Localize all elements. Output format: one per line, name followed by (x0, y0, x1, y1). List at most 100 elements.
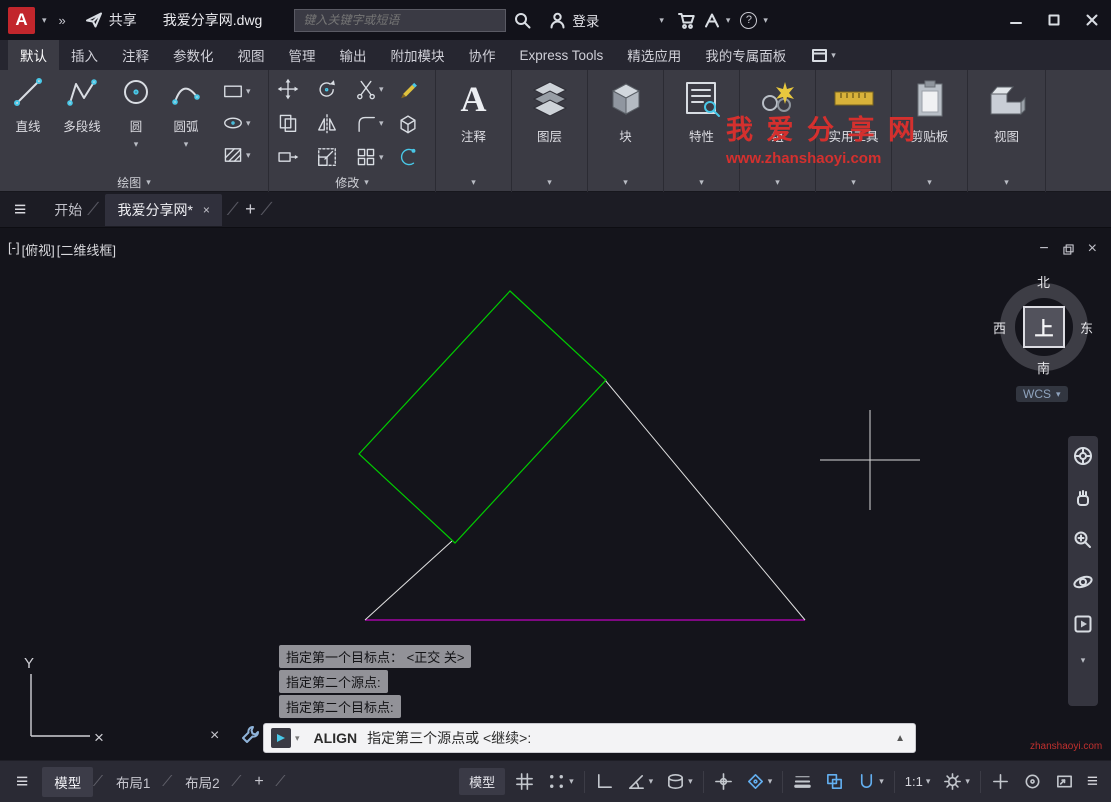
search-icon[interactable] (514, 12, 531, 29)
object-snap-2d-toggle[interactable]: ▾ (743, 770, 776, 793)
panel-view[interactable]: 视图 ▾ (968, 70, 1046, 192)
apps-chevron-icon[interactable]: ▾ (726, 15, 731, 25)
line-button[interactable]: 直线 (6, 76, 50, 135)
command-badge-chevron-icon[interactable]: ▾ (295, 733, 300, 743)
viewcube-east-label[interactable]: 东 (1080, 318, 1093, 337)
clean-screen-toggle[interactable] (1052, 770, 1077, 793)
polyline-button[interactable]: 多段线 (52, 76, 112, 135)
explode-tool[interactable] (397, 112, 419, 134)
drawing-tab-close-icon[interactable]: × (203, 203, 210, 217)
utilities-panel-chevron-icon[interactable]: ▾ (851, 177, 856, 187)
object-snap-toggle[interactable]: ▾ (854, 770, 887, 793)
workspace-chevron-icon[interactable]: ▾ (965, 777, 970, 786)
view-panel-chevron-icon[interactable]: ▾ (1004, 177, 1009, 187)
hatch-tool[interactable]: ▾ (222, 144, 251, 166)
panel-utilities[interactable]: 实用工具 ▾ (816, 70, 892, 192)
new-layout-button[interactable]: + (242, 768, 275, 796)
rotate-tool[interactable] (316, 78, 338, 100)
annotate-panel-chevron-icon[interactable]: ▾ (471, 177, 476, 187)
navbar-chevron-icon[interactable]: ▾ (1081, 656, 1086, 665)
polar-chevron-icon[interactable]: ▾ (649, 777, 654, 786)
maximize-button[interactable] (1035, 0, 1073, 40)
polar-tracking-toggle[interactable]: ▾ (624, 770, 657, 793)
erase-tool[interactable] (397, 78, 419, 100)
minimize-button[interactable] (997, 0, 1035, 40)
annotation-monitor-toggle[interactable] (988, 770, 1013, 793)
green-rectangle[interactable] (358, 290, 607, 544)
start-tab[interactable]: 开始 (54, 200, 82, 220)
ribbon-tab-featured-apps[interactable]: 精选应用 (615, 40, 693, 70)
trim-tool[interactable]: ▾ (355, 78, 384, 100)
array-tool[interactable]: ▾ (355, 146, 384, 168)
draw-panel-footer[interactable]: 绘图 ▾ (0, 174, 268, 190)
grid-toggle[interactable] (512, 770, 537, 793)
ribbon-tab-insert[interactable]: 插入 (59, 40, 110, 70)
model-tab[interactable]: 模型 (42, 766, 94, 797)
panel-block[interactable]: 块 ▾ (588, 70, 664, 192)
fillet-tool[interactable]: ▾ (355, 112, 384, 134)
arc-chevron-icon[interactable]: ▾ (184, 140, 189, 149)
move-tool[interactable] (277, 78, 299, 100)
command-close-icon[interactable]: × (210, 727, 219, 745)
ribbon-tab-annotate[interactable]: 注释 (110, 40, 161, 70)
command-line[interactable]: ▾ ALIGN 指定第三个源点或 <继续>: ▲ (263, 723, 916, 753)
user-icon[interactable] (549, 12, 566, 29)
ribbon-tab-output[interactable]: 输出 (328, 40, 379, 70)
clipboard-panel-chevron-icon[interactable]: ▾ (927, 177, 932, 187)
cart-icon[interactable] (677, 12, 696, 29)
file-menu-hamburger-icon[interactable]: ≡ (14, 198, 26, 222)
viewcube-south-label[interactable]: 南 (1037, 358, 1050, 377)
ellipse-tool[interactable]: ▾ (222, 112, 251, 134)
modify-panel-footer[interactable]: 修改 ▾ (269, 174, 435, 190)
properties-panel-chevron-icon[interactable]: ▾ (699, 177, 704, 187)
snap-chevron-icon[interactable]: ▾ (569, 777, 574, 786)
ribbon-tab-addins[interactable]: 附加模块 (379, 40, 457, 70)
help-chevron-icon[interactable]: ▾ (763, 15, 768, 25)
app-logo[interactable]: A (8, 6, 35, 34)
panel-annotate[interactable]: A 注释 ▾ (436, 70, 512, 192)
quick-access-expand-icon[interactable]: » (59, 13, 66, 28)
offset-tool[interactable] (397, 146, 419, 168)
rectangle-tool[interactable]: ▾ (222, 80, 251, 102)
isolate-objects-toggle[interactable] (1020, 770, 1045, 793)
scale-tool[interactable] (316, 146, 338, 168)
viewport-menu-control[interactable]: [-] (8, 240, 20, 259)
account-chevron-icon[interactable]: ▾ (659, 15, 664, 25)
layout1-tab[interactable]: 布局1 (104, 767, 163, 797)
new-drawing-tab-button[interactable]: + (245, 199, 256, 220)
copy-tool[interactable] (277, 112, 299, 134)
navigation-wheel-icon[interactable] (1073, 446, 1093, 466)
app-menu-chevron-icon[interactable]: ▾ (42, 15, 47, 25)
search-input[interactable] (294, 8, 507, 32)
object-snap-tracking-toggle[interactable] (711, 770, 736, 793)
viewcube-top-face[interactable]: 上 (1023, 306, 1065, 348)
ribbon-tab-view[interactable]: 视图 (226, 40, 277, 70)
annotation-scale-control[interactable]: 1:1 ▾ (902, 772, 934, 791)
command-input-badge[interactable] (271, 728, 291, 748)
isodraft-toggle[interactable]: ▾ (663, 770, 696, 793)
autodesk-apps-icon[interactable] (704, 13, 720, 28)
panel-group[interactable]: 组 ▾ (740, 70, 816, 192)
triangle-left-line[interactable] (364, 540, 453, 621)
ribbon-tab-express-tools[interactable]: Express Tools (508, 40, 616, 70)
isodraft-chevron-icon[interactable]: ▾ (688, 777, 693, 786)
viewport-visual-style-control[interactable]: [二维线框] (57, 240, 116, 259)
login-button[interactable]: 登录 (572, 10, 599, 30)
group-panel-chevron-icon[interactable]: ▾ (775, 177, 780, 187)
workspace-switching-control[interactable]: ▾ (940, 770, 973, 793)
showmotion-icon[interactable] (1073, 614, 1093, 634)
viewcube-west-label[interactable]: 西 (993, 318, 1006, 337)
drawing-close-button[interactable]: × (1088, 240, 1097, 258)
mirror-tool[interactable] (316, 112, 338, 134)
command-customize-wrench-icon[interactable] (240, 725, 260, 745)
drawing-restore-icon[interactable] (1062, 243, 1074, 255)
share-button[interactable]: 共享 (85, 10, 137, 30)
command-prompt-text[interactable]: 指定第三个源点或 <继续>: (367, 728, 531, 748)
drawing-canvas[interactable] (0, 228, 1111, 760)
stretch-tool[interactable] (277, 146, 299, 168)
drawing-tab-active[interactable]: 我爱分享网* × (105, 193, 222, 226)
osnap-2d-chevron-icon[interactable]: ▾ (768, 777, 773, 786)
ribbon-tab-manage[interactable]: 管理 (277, 40, 328, 70)
ribbon-tab-collaborate[interactable]: 协作 (457, 40, 508, 70)
snap-toggle[interactable]: ▾ (544, 770, 577, 793)
